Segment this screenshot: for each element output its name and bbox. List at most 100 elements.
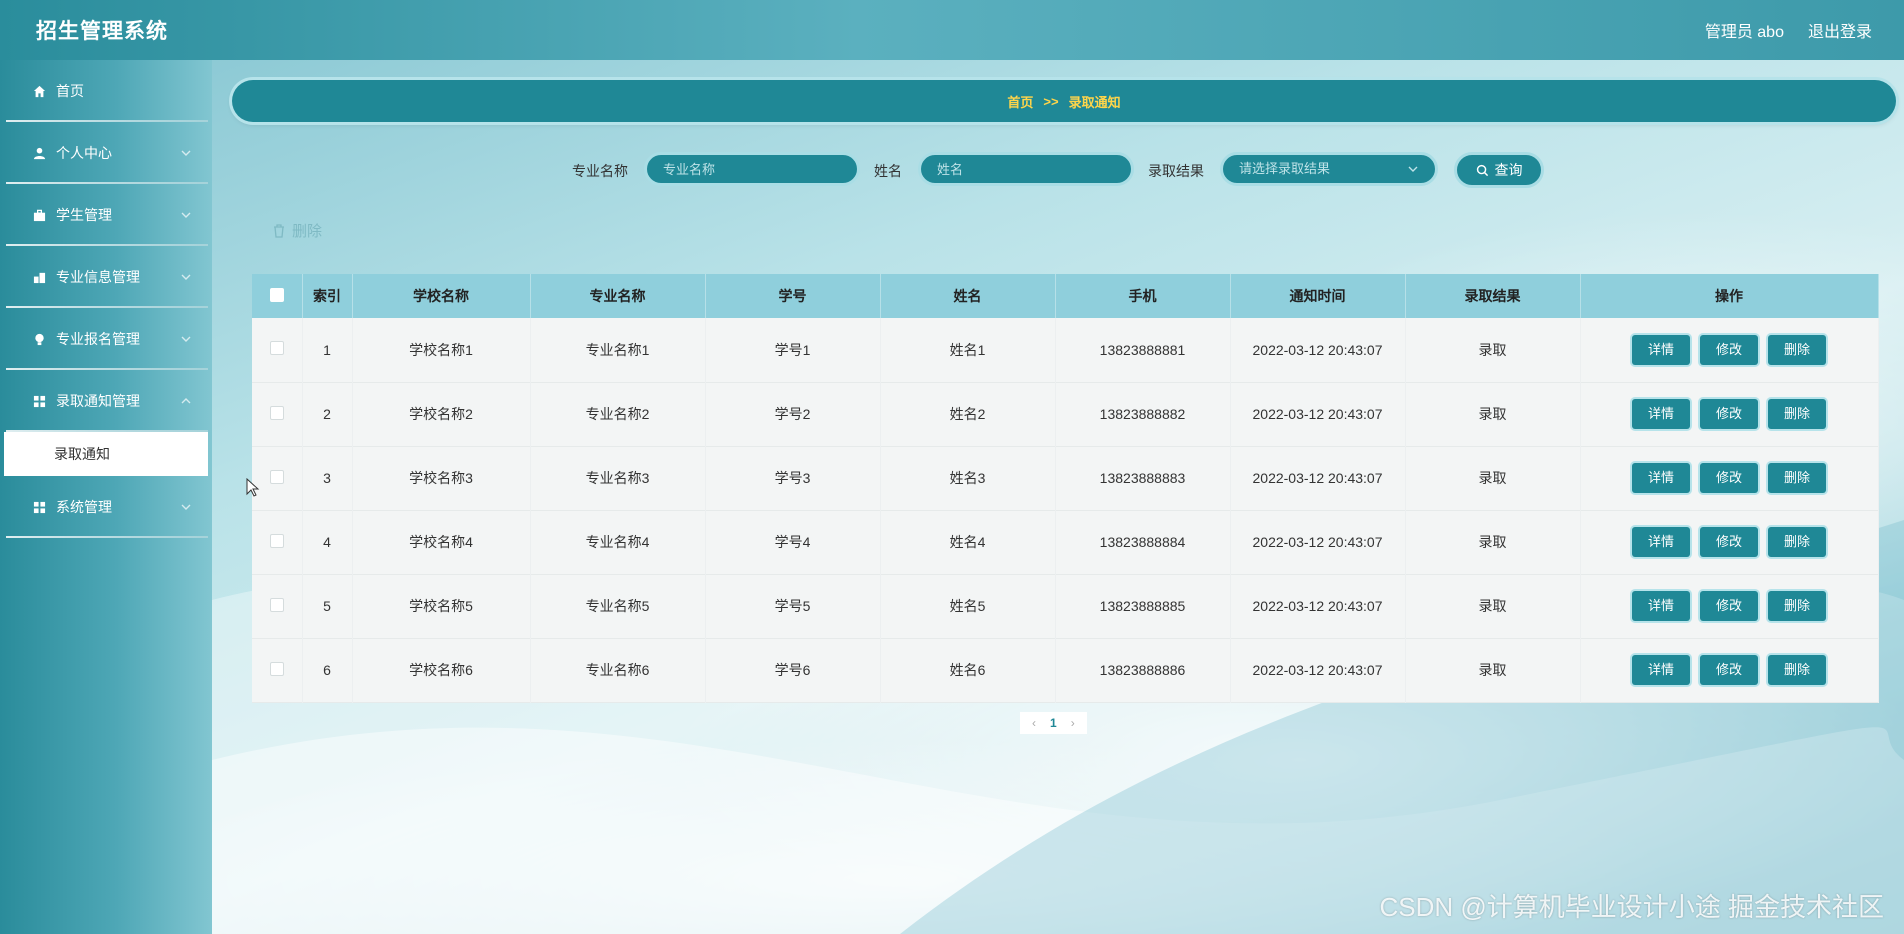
query-button-label: 查询 [1494, 162, 1523, 178]
sidebar-item-major-registration-management[interactable]: 专业报名管理 [0, 308, 212, 370]
name-search-input[interactable] [918, 152, 1134, 186]
result-select[interactable]: 请选择录取结果 [1220, 152, 1438, 186]
sidebar-item-major-info-management[interactable]: 专业信息管理 [0, 246, 212, 308]
detail-button[interactable]: 详情 [1632, 399, 1690, 429]
detail-button[interactable]: 详情 [1632, 527, 1690, 557]
breadcrumb-home[interactable]: 首页 [1007, 92, 1033, 111]
sidebar-item-label: 系统管理 [56, 499, 112, 515]
cell-school: 学校名称3 [352, 446, 531, 510]
edit-button[interactable]: 修改 [1700, 399, 1758, 429]
cell-name: 姓名6 [880, 638, 1056, 702]
cell-actions: 详情 修改 删除 [1580, 638, 1879, 702]
delete-button[interactable]: 删除 [1768, 527, 1826, 557]
select-all-checkbox[interactable] [269, 287, 284, 302]
major-search-input[interactable] [644, 152, 860, 186]
delete-button[interactable]: 删除 [1768, 591, 1826, 621]
bulb-icon [32, 332, 46, 346]
cell-actions: 详情 修改 删除 [1580, 446, 1879, 510]
edit-button[interactable]: 修改 [1700, 527, 1758, 557]
row-checkbox[interactable] [269, 469, 284, 484]
grid-icon [32, 394, 46, 408]
cell-index: 6 [302, 638, 353, 702]
cell-major: 专业名称6 [530, 638, 706, 702]
sidebar-item-label: 录取通知管理 [56, 393, 140, 409]
edit-button[interactable]: 修改 [1700, 591, 1758, 621]
cell-index: 1 [302, 318, 353, 382]
sidebar-subitem-admission-notice[interactable]: 录取通知 [4, 432, 208, 476]
detail-button[interactable]: 详情 [1632, 591, 1690, 621]
edit-button[interactable]: 修改 [1700, 655, 1758, 685]
detail-button[interactable]: 详情 [1632, 334, 1690, 365]
row-checkbox[interactable] [269, 341, 284, 356]
row-checkbox[interactable] [269, 533, 284, 548]
sidebar-item-admission-notice-management[interactable]: 录取通知管理 [0, 370, 212, 432]
mouse-cursor-icon [246, 478, 260, 497]
grid-icon [32, 500, 46, 514]
cell-actions: 详情 修改 删除 [1580, 510, 1879, 574]
cell-time: 2022-03-12 20:43:07 [1230, 318, 1406, 382]
sidebar: 首页 个人中心 学生管理 专业信息管理 专业报名管理 录取通知管理 录取通知 系… [0, 60, 212, 934]
building-icon [32, 270, 46, 284]
cell-time: 2022-03-12 20:43:07 [1230, 382, 1406, 446]
breadcrumb-separator: >> [1043, 93, 1059, 109]
major-label: 专业名称 [572, 163, 628, 179]
cell-phone: 13823888884 [1055, 510, 1231, 574]
breadcrumb: 首页 >> 录取通知 [232, 80, 1896, 122]
cell-major: 专业名称4 [530, 510, 706, 574]
cell-time: 2022-03-12 20:43:07 [1230, 574, 1406, 638]
column-header: 索引 [302, 274, 353, 318]
prev-page-button[interactable]: ‹ [1032, 716, 1036, 730]
batch-delete-button[interactable]: 删除 [272, 220, 322, 241]
logout-button[interactable]: 退出登录 [1808, 18, 1872, 42]
cell-result: 录取 [1405, 510, 1581, 574]
cell-actions: 详情 修改 删除 [1580, 574, 1879, 638]
page-number[interactable]: 1 [1050, 716, 1057, 730]
row-checkbox[interactable] [269, 661, 284, 676]
cell-result: 录取 [1405, 638, 1581, 702]
breadcrumb-current: 录取通知 [1068, 94, 1121, 110]
delete-button[interactable]: 删除 [1768, 655, 1826, 685]
edit-button[interactable]: 修改 [1700, 463, 1758, 493]
row-checkbox[interactable] [269, 597, 284, 612]
row-checkbox[interactable] [269, 405, 284, 420]
chevron-down-icon [181, 212, 191, 218]
detail-button[interactable]: 详情 [1632, 655, 1690, 685]
sidebar-item-label: 专业信息管理 [56, 269, 140, 285]
cell-school: 学校名称4 [352, 510, 531, 574]
cell-index: 4 [302, 510, 353, 574]
table-row: 6 学校名称6 专业名称6 学号6 姓名6 13823888886 2022-0… [252, 638, 1879, 702]
cell-phone: 13823888886 [1055, 638, 1231, 702]
sidebar-item-student-management[interactable]: 学生管理 [0, 184, 212, 246]
cell-major: 专业名称2 [530, 382, 706, 446]
query-button[interactable]: 查询 [1454, 152, 1544, 188]
cell-school: 学校名称2 [352, 382, 531, 446]
cell-student-no: 学号3 [705, 446, 881, 510]
cell-student-no: 学号5 [705, 574, 881, 638]
sidebar-item-system-management[interactable]: 系统管理 [0, 476, 212, 538]
column-header: 通知时间 [1230, 274, 1406, 318]
cell-index: 5 [302, 574, 353, 638]
cell-time: 2022-03-12 20:43:07 [1230, 446, 1406, 510]
sidebar-item-home[interactable]: 首页 [0, 60, 212, 122]
chevron-up-icon [181, 398, 191, 404]
top-header: 招生管理系统 管理员 abo 退出登录 [0, 0, 1904, 60]
next-page-button[interactable]: › [1071, 716, 1075, 730]
cell-actions: 详情 修改 删除 [1580, 382, 1879, 446]
cell-student-no: 学号1 [705, 318, 881, 382]
result-label: 录取结果 [1148, 163, 1204, 179]
column-header: 专业名称 [530, 274, 706, 318]
cell-student-no: 学号2 [705, 382, 881, 446]
chevron-down-icon [181, 336, 191, 342]
delete-button[interactable]: 删除 [1768, 399, 1826, 429]
edit-button[interactable]: 修改 [1700, 334, 1758, 365]
cell-phone: 13823888885 [1055, 574, 1231, 638]
delete-button[interactable]: 删除 [1768, 463, 1826, 493]
admin-user-label[interactable]: 管理员 abo [1705, 18, 1784, 42]
detail-button[interactable]: 详情 [1632, 463, 1690, 493]
select-all-cell [252, 274, 303, 318]
cell-name: 姓名3 [880, 446, 1056, 510]
column-header: 手机 [1055, 274, 1231, 318]
pagination: ‹ 1 › [1020, 712, 1087, 734]
chevron-down-icon [1408, 166, 1418, 172]
delete-button[interactable]: 删除 [1768, 334, 1826, 365]
